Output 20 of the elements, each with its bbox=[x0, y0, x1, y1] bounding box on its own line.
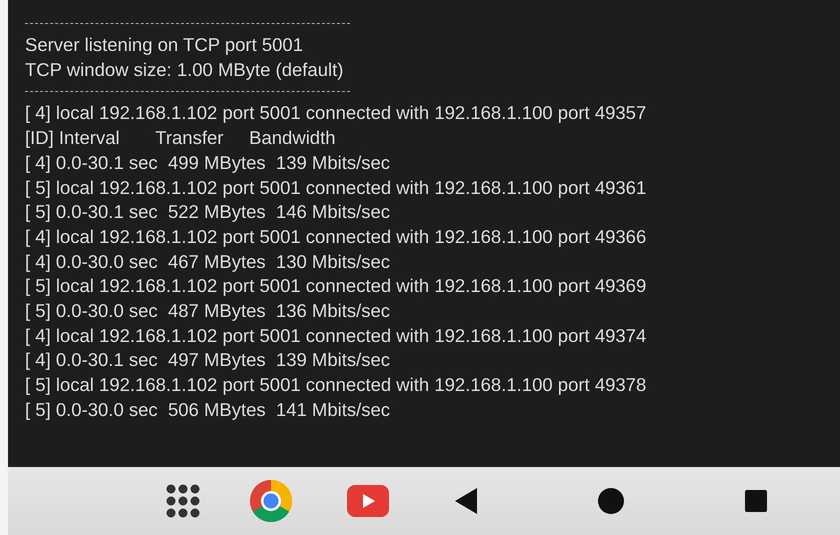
home-icon[interactable] bbox=[598, 488, 624, 514]
terminal-line: [ 4] 0.0-30.1 sec 497 MBytes 139 Mbits/sec bbox=[25, 348, 392, 372]
terminal-line: [ 4] local 192.168.1.102 port 5001 connected with 192.168.1.100 port 49374 bbox=[25, 324, 648, 348]
terminal-line: [ 5] local 192.168.1.102 port 5001 connected with 192.168.1.100 port 49361 bbox=[25, 176, 648, 200]
terminal-line: [ID] Interval Transfer Bandwidth bbox=[25, 126, 337, 150]
terminal-line: [ 5] 0.0-30.1 sec 522 MBytes 146 Mbits/sec bbox=[25, 200, 392, 224]
back-icon[interactable] bbox=[455, 488, 477, 514]
terminal-line: [ 4] local 192.168.1.102 port 5001 connected with 192.168.1.100 port 49357 bbox=[25, 101, 648, 126]
terminal-line: TCP window size: 1.00 MByte (default) bbox=[25, 58, 344, 82]
terminal-line: [ 4] 0.0-30.1 sec 499 MBytes 139 Mbits/sec bbox=[25, 150, 392, 175]
terminal-line: [ 5] 0.0-30.0 sec 487 MBytes 136 Mbits/sec bbox=[25, 299, 392, 324]
terminal-line: [ 4] 0.0-30.0 sec 467 MBytes 130 Mbits/sec bbox=[25, 250, 392, 274]
play-icon[interactable] bbox=[347, 485, 389, 517]
terminal-line: [ 5] 0.0-30.0 sec 506 MBytes 141 Mbits/sec bbox=[25, 398, 392, 422]
terminal-line: [ 5] local 192.168.1.102 port 5001 connected with 192.168.1.100 port 49378 bbox=[25, 373, 648, 398]
browser-icon[interactable] bbox=[249, 479, 293, 523]
app-grid-icon[interactable] bbox=[165, 483, 201, 519]
terminal-line: [ 4] local 192.168.1.102 port 5001 connected with 192.168.1.100 port 49366 bbox=[25, 224, 648, 249]
terminal-line: [ 5] local 192.168.1.102 port 5001 connected with 192.168.1.100 port 49369 bbox=[25, 274, 648, 298]
terminal-line: Server listening on TCP port 5001 bbox=[25, 33, 304, 57]
